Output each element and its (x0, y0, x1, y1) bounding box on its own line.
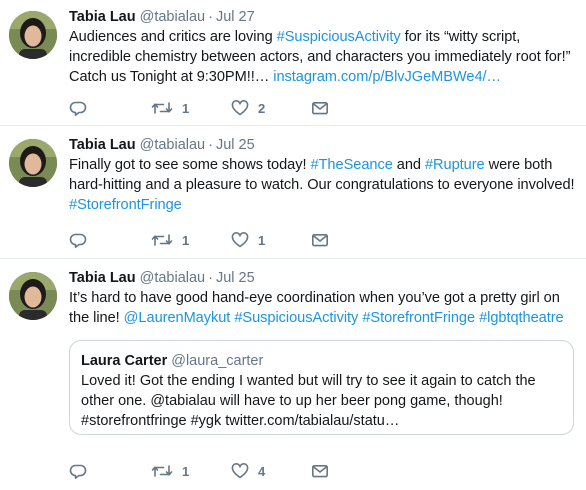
timestamp[interactable]: Jul 27 (216, 9, 255, 25)
author-handle[interactable]: @tabialau (140, 137, 206, 153)
separator: · (208, 137, 213, 153)
envelope-icon (311, 233, 328, 247)
tweet-text: Finally got to see some shows today! #Th… (69, 155, 576, 215)
heart-icon (231, 100, 249, 116)
text-segment: Audiences and critics are loving (69, 29, 277, 45)
reply-button[interactable] (69, 463, 151, 479)
text-segment: and (392, 157, 425, 173)
reply-button[interactable] (69, 232, 151, 248)
tweet[interactable]: Tabia Lau @tabialau · Jul 25 It’s hard to h… (0, 259, 586, 490)
timeline: Tabia Lau @tabialau · Jul 27 Audiences and … (0, 0, 586, 490)
retweet-count: 1 (182, 100, 190, 116)
mention-link[interactable]: @LaurenMaykut (124, 310, 231, 326)
url-link[interactable]: instagram.com/p/BlvJGeMBWe4/… (273, 69, 501, 85)
like-count: 1 (258, 232, 266, 248)
timestamp[interactable]: Jul 25 (216, 270, 255, 286)
tweet-header: Tabia Lau @tabialau · Jul 25 (69, 135, 576, 155)
envelope-icon (311, 101, 328, 115)
like-count: 4 (258, 463, 266, 479)
retweet-button[interactable]: 1 (151, 463, 231, 479)
quoted-tweet-text: Loved it! Got the ending I wanted but wi… (81, 373, 536, 429)
reply-button[interactable] (69, 100, 151, 116)
text-segment: Finally got to see some shows today! (69, 157, 311, 173)
hashtag-link[interactable]: #Rupture (425, 157, 485, 173)
tweet[interactable]: Tabia Lau @tabialau · Jul 25 Finally got to… (0, 126, 586, 259)
author-handle[interactable]: @tabialau (140, 270, 206, 286)
retweet-icon (151, 234, 173, 246)
tweet-text: Audiences and critics are loving #Suspic… (69, 27, 576, 87)
retweet-count: 1 (182, 232, 190, 248)
direct-message-button[interactable] (311, 100, 391, 116)
reply-icon (69, 101, 87, 116)
tweet-actions: 1 2 (69, 98, 391, 118)
author-name[interactable]: Tabia Lau (69, 9, 136, 25)
quoted-author-handle: @laura_carter (171, 353, 264, 369)
hashtag-link[interactable]: #SuspiciousActivity (234, 310, 358, 326)
tweet-header: Tabia Lau @tabialau · Jul 25 (69, 268, 576, 288)
quoted-tweet-header: Laura Carter @laura_carter (81, 351, 562, 371)
avatar[interactable] (9, 272, 57, 320)
tweet-actions: 1 4 (69, 461, 391, 481)
avatar[interactable] (9, 139, 57, 187)
retweet-button[interactable]: 1 (151, 100, 231, 116)
hashtag-link[interactable]: #SuspiciousActivity (277, 29, 401, 45)
author-name[interactable]: Tabia Lau (69, 270, 136, 286)
tweet-actions: 1 1 (69, 230, 391, 250)
heart-icon (231, 232, 249, 248)
hashtag-link[interactable]: #StorefrontFringe (362, 310, 475, 326)
separator: · (208, 9, 213, 25)
tweet-header: Tabia Lau @tabialau · Jul 27 (69, 7, 576, 27)
like-button[interactable]: 1 (231, 232, 311, 248)
quoted-author-name: Laura Carter (81, 353, 168, 369)
quoted-tweet[interactable]: Laura Carter @laura_carter Loved it! Got … (69, 340, 574, 435)
retweet-count: 1 (182, 463, 190, 479)
retweet-icon (151, 465, 173, 477)
author-handle[interactable]: @tabialau (140, 9, 206, 25)
hashtag-link[interactable]: #StorefrontFringe (69, 197, 182, 213)
direct-message-button[interactable] (311, 232, 391, 248)
like-button[interactable]: 4 (231, 463, 311, 479)
reply-icon (69, 233, 87, 248)
direct-message-button[interactable] (311, 463, 391, 479)
like-button[interactable]: 2 (231, 100, 311, 116)
retweet-icon (151, 102, 173, 114)
hashtag-link[interactable]: #lgbtqtheatre (479, 310, 564, 326)
heart-icon (231, 463, 249, 479)
retweet-button[interactable]: 1 (151, 232, 231, 248)
reply-icon (69, 464, 87, 479)
tweet[interactable]: Tabia Lau @tabialau · Jul 27 Audiences and … (0, 0, 586, 126)
tweet-text: It’s hard to have good hand-eye coordina… (69, 288, 576, 328)
like-count: 2 (258, 100, 266, 116)
author-name[interactable]: Tabia Lau (69, 137, 136, 153)
avatar[interactable] (9, 11, 57, 59)
hashtag-link[interactable]: #TheSeance (311, 157, 393, 173)
timestamp[interactable]: Jul 25 (216, 137, 255, 153)
envelope-icon (311, 464, 328, 478)
separator: · (208, 270, 213, 286)
